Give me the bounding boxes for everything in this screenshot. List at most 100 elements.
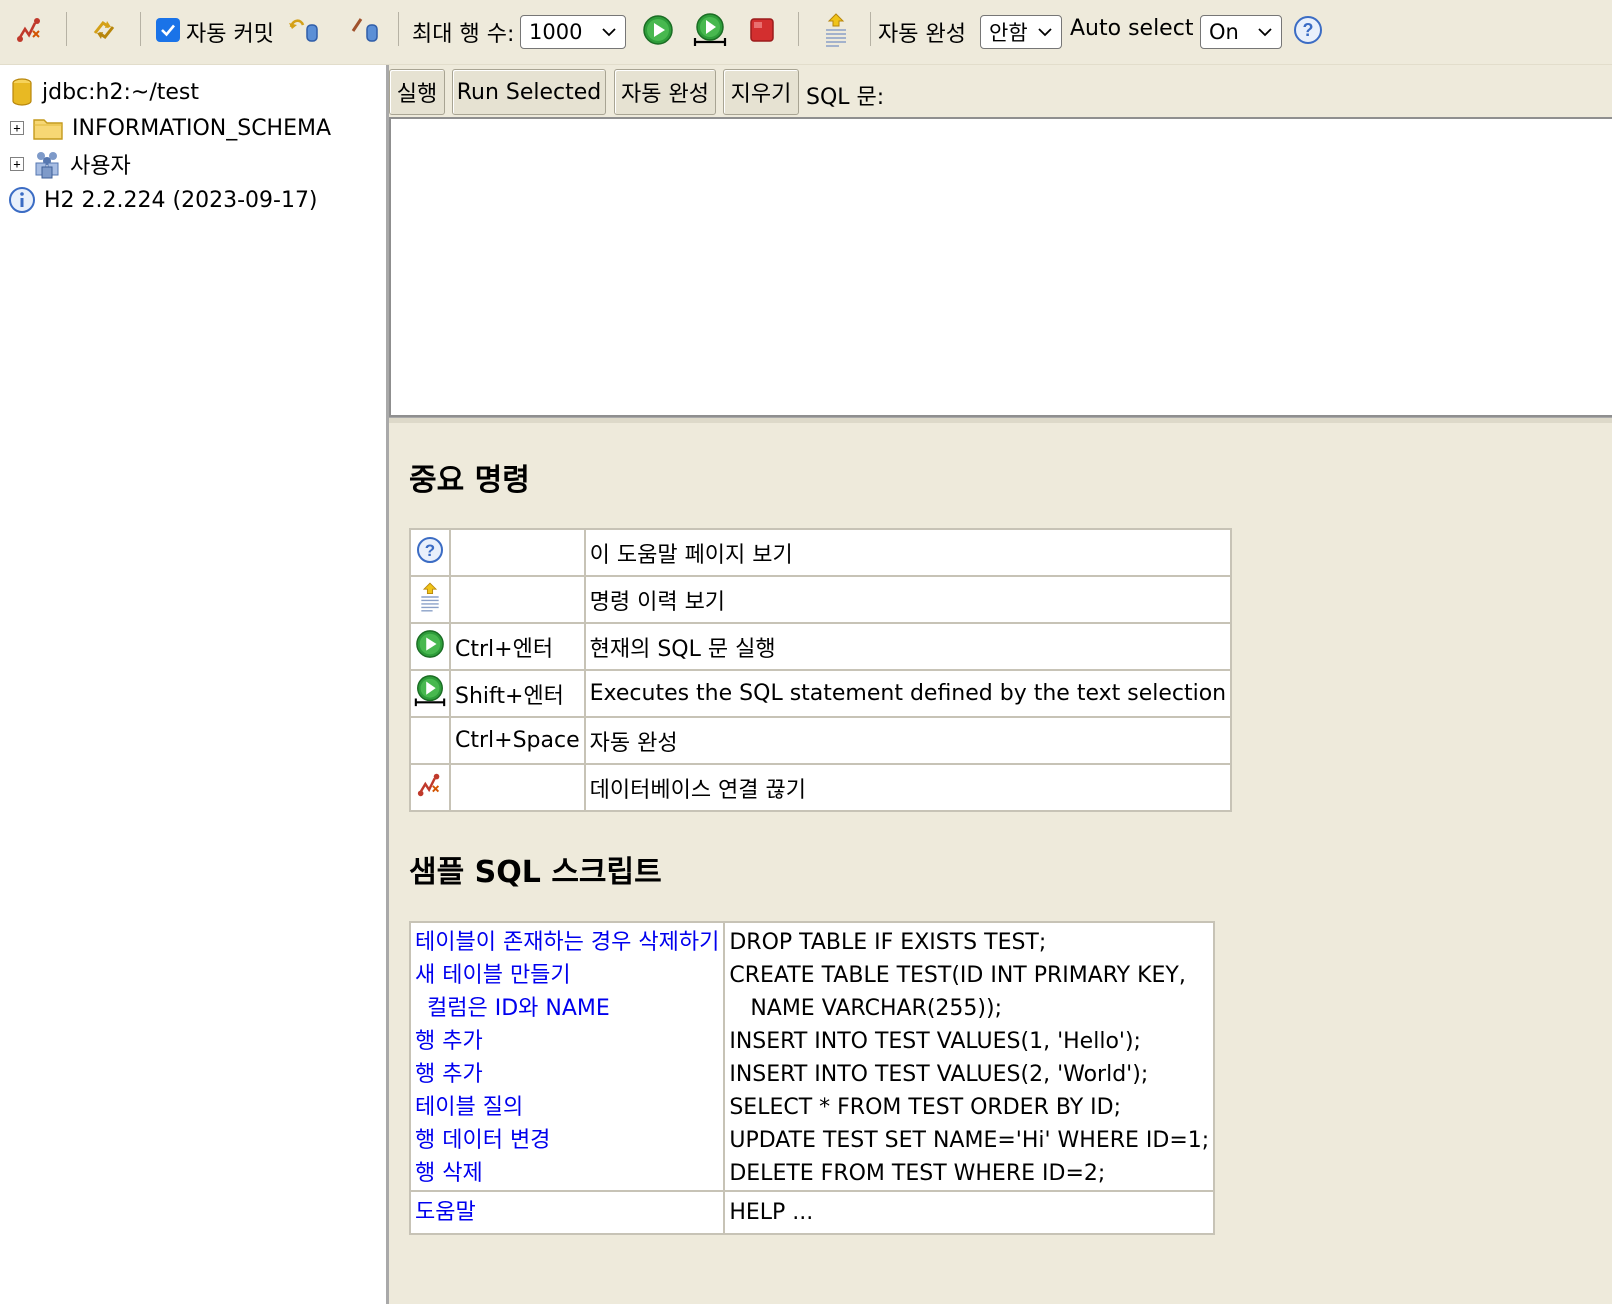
command-desc: 현재의 SQL 문 실행 xyxy=(583,622,1233,671)
schema-tree: jdbc:h2:~/test + INFORMATION_SCHEMA + 사용… xyxy=(0,65,386,1304)
folder-icon xyxy=(32,115,64,141)
run-button[interactable] xyxy=(638,10,678,50)
sample-link[interactable]: 새 테이블 만들기 xyxy=(415,959,719,992)
disconnect-icon xyxy=(416,771,444,799)
sample-code: SELECT * FROM TEST ORDER BY ID; xyxy=(729,1095,1122,1120)
table-row: ? 이 도움말 페이지 보기 xyxy=(409,528,1233,577)
sample-code: INSERT INTO TEST VALUES(1, 'Hello'); xyxy=(729,1029,1141,1054)
sample-link[interactable]: 행 추가 xyxy=(415,1025,719,1058)
refresh-icon xyxy=(89,15,119,45)
autocommit-checkbox[interactable] xyxy=(156,18,180,42)
command-key xyxy=(449,763,586,812)
table-row: 데이터베이스 연결 끊기 xyxy=(409,763,1233,812)
table-row: Shift+엔터 Executes the SQL statement defi… xyxy=(409,669,1233,718)
sample-code: INSERT INTO TEST VALUES(2, 'World'); xyxy=(729,1062,1149,1087)
autocomplete-button[interactable]: 자동 완성 xyxy=(614,69,716,115)
toolbar-separator xyxy=(140,12,141,46)
sql-toolbar: 실행 Run Selected 자동 완성 지우기 SQL 문: xyxy=(389,65,1612,117)
sample-sql: DROP TABLE IF EXISTS TEST; CREATE TABLE … xyxy=(724,922,1214,1191)
database-icon xyxy=(10,77,34,107)
command-key: Shift+엔터 xyxy=(449,669,586,718)
max-rows-label: 최대 행 수: xyxy=(412,22,515,47)
toolbar: 자동 커밋 최대 행 수: 1000 자동 완성 안함 Auto select … xyxy=(0,0,1612,65)
autocomplete-select[interactable]: 안함 xyxy=(980,15,1062,49)
commit-icon xyxy=(347,15,381,45)
rollback-icon xyxy=(287,15,321,45)
help-row-sql: HELP ... xyxy=(724,1190,1215,1234)
run-selected-button[interactable] xyxy=(690,10,730,50)
important-commands-title: 중요 명령 xyxy=(409,463,530,498)
command-desc: 데이터베이스 연결 끊기 xyxy=(583,763,1233,812)
command-icon-cell xyxy=(409,575,451,624)
command-icon-cell xyxy=(409,716,451,765)
svg-text:?: ? xyxy=(1303,20,1314,40)
sample-link[interactable]: 행 데이터 변경 xyxy=(415,1124,719,1157)
sample-code: HELP ... xyxy=(729,1200,814,1225)
max-rows-select[interactable]: 1000 xyxy=(520,15,626,49)
sample-link[interactable]: 테이블이 존재하는 경우 삭제하기 xyxy=(415,926,719,959)
connection-url: jdbc:h2:~/test xyxy=(42,79,199,105)
tree-node-label: 사용자 xyxy=(70,154,131,179)
version-text: H2 2.2.224 (2023-09-17) xyxy=(44,187,318,213)
run-sql-button[interactable]: 실행 xyxy=(389,69,445,115)
history-icon xyxy=(417,579,443,615)
sample-code: DROP TABLE IF EXISTS TEST; xyxy=(729,930,1047,955)
run-selected-sql-button[interactable]: Run Selected xyxy=(452,69,606,115)
run-selected-icon xyxy=(692,12,728,48)
table-row: 명령 이력 보기 xyxy=(409,575,1233,624)
autocomplete-value: 안함 xyxy=(989,21,1028,45)
run-icon xyxy=(642,14,674,46)
run-icon xyxy=(415,629,445,659)
sample-link[interactable]: 행 추가 xyxy=(415,1058,719,1091)
horizontal-splitter[interactable] xyxy=(389,417,1612,423)
run-selected-icon xyxy=(413,674,447,708)
sample-link[interactable]: 행 삭제 xyxy=(415,1157,719,1190)
autoselect-select[interactable]: On xyxy=(1200,15,1282,49)
toolbar-separator xyxy=(870,12,871,46)
sql-label: SQL 문: xyxy=(806,85,885,110)
table-row: Ctrl+엔터 현재의 SQL 문 실행 xyxy=(409,622,1233,671)
command-key: Ctrl+엔터 xyxy=(449,622,586,671)
info-icon xyxy=(8,186,36,214)
tree-node-information-schema[interactable]: + INFORMATION_SCHEMA xyxy=(10,110,331,146)
disconnect-icon xyxy=(15,15,45,45)
sample-code: UPDATE TEST SET NAME='Hi' WHERE ID=1; xyxy=(729,1128,1210,1153)
svg-text:?: ? xyxy=(425,541,435,560)
sql-editor[interactable] xyxy=(389,117,1612,417)
command-key xyxy=(449,575,586,624)
help-row-label: 도움말 xyxy=(410,1190,726,1234)
help-icon: ? xyxy=(1293,15,1323,45)
toolbar-separator xyxy=(398,12,399,46)
autoselect-value: On xyxy=(1209,20,1239,44)
sample-script-title: 샘플 SQL 스크립트 xyxy=(409,855,662,890)
command-icon-cell xyxy=(409,669,451,718)
sample-labels: 테이블이 존재하는 경우 삭제하기 새 테이블 만들기 컬럼은 ID와 NAME… xyxy=(410,922,726,1191)
rollback-button[interactable] xyxy=(284,10,324,50)
chevron-down-icon xyxy=(599,22,619,42)
chevron-down-icon xyxy=(1035,22,1055,42)
table-row: 도움말 HELP ... xyxy=(410,1190,1215,1234)
tree-connection[interactable]: jdbc:h2:~/test xyxy=(10,74,199,110)
help-button[interactable]: ? xyxy=(1288,10,1328,50)
tree-node-label: INFORMATION_SCHEMA xyxy=(72,115,332,141)
refresh-button[interactable] xyxy=(84,10,124,50)
clear-button[interactable]: 지우기 xyxy=(723,69,799,115)
commit-button[interactable] xyxy=(344,10,384,50)
command-key: Ctrl+Space xyxy=(449,716,586,765)
expand-icon[interactable]: + xyxy=(10,121,24,135)
sample-link[interactable]: 테이블 질의 xyxy=(415,1091,719,1124)
disconnect-button[interactable] xyxy=(10,10,50,50)
help-icon: ? xyxy=(415,535,445,565)
expand-icon[interactable]: + xyxy=(10,157,24,171)
stop-button[interactable] xyxy=(742,10,782,50)
table-row: Ctrl+Space 자동 완성 xyxy=(409,716,1233,765)
command-desc: Executes the SQL statement defined by th… xyxy=(583,669,1233,718)
history-button[interactable] xyxy=(816,10,856,50)
table-row: 테이블이 존재하는 경우 삭제하기 새 테이블 만들기 컬럼은 ID와 NAME… xyxy=(410,922,1214,1191)
autocomplete-label: 자동 완성 xyxy=(878,22,966,47)
tree-node-users[interactable]: + 사용자 xyxy=(10,146,131,182)
sample-link[interactable]: 컬럼은 ID와 NAME xyxy=(415,992,719,1025)
help-link[interactable]: 도움말 xyxy=(415,1196,719,1229)
sample-code: CREATE TABLE TEST(ID INT PRIMARY KEY, xyxy=(729,963,1186,988)
command-desc: 이 도움말 페이지 보기 xyxy=(583,528,1233,577)
